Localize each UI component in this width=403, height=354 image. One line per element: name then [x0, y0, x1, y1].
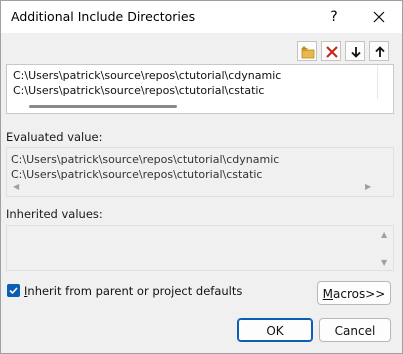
new-line-button[interactable] — [297, 41, 317, 61]
delete-button[interactable] — [321, 41, 341, 61]
close-button[interactable] — [363, 5, 395, 29]
arrow-down-icon — [351, 47, 361, 58]
evaluated-line: C:\Users\patrick\source\repos\ctutorial\… — [11, 168, 263, 181]
evaluated-value-label: Evaluated value: — [6, 130, 103, 144]
path-line[interactable]: C:\Users\patrick\source\repos\ctutorial\… — [13, 69, 281, 82]
inherit-label-text: nherit from parent or project defaults — [27, 284, 243, 298]
cancel-button[interactable]: Cancel — [319, 318, 391, 342]
new-folder-icon — [301, 46, 315, 59]
scroll-down-arrow-icon[interactable]: ▼ — [381, 258, 387, 267]
title-bar: Additional Include Directories ? — [1, 1, 402, 33]
evaluated-value-content: C:\Users\patrick\source\repos\ctutorial\… — [7, 148, 377, 196]
include-directories-dialog: Additional Include Directories ? C:\User… — [0, 0, 403, 354]
evaluated-value-box: C:\Users\patrick\source\repos\ctutorial\… — [6, 147, 394, 197]
inherited-values-box: ▲ ▼ — [6, 225, 394, 271]
arrow-up-icon — [375, 46, 385, 57]
macros-mnemonic: M — [322, 287, 334, 301]
inherit-checkbox[interactable] — [7, 284, 20, 297]
path-line[interactable]: C:\Users\patrick\source\repos\ctutorial\… — [13, 84, 264, 97]
horizontal-scrollbar-thumb[interactable] — [29, 105, 177, 108]
help-button[interactable]: ? — [319, 5, 349, 29]
delete-x-icon — [326, 46, 338, 58]
macros-button[interactable]: Macros>> — [317, 281, 391, 305]
close-icon — [373, 11, 385, 23]
scroll-right-arrow-icon[interactable]: ▶ — [365, 182, 371, 191]
paths-editor[interactable]: C:\Users\patrick\source\repos\ctutorial\… — [6, 64, 394, 114]
window-title: Additional Include Directories — [11, 9, 196, 24]
macros-label: acros>> — [333, 287, 386, 301]
move-up-button[interactable] — [369, 41, 389, 61]
inherit-checkbox-label[interactable]: Inherit from parent or project defaults — [24, 284, 242, 298]
inherited-values-label: Inherited values: — [6, 207, 103, 221]
evaluated-line: C:\Users\patrick\source\repos\ctutorial\… — [11, 153, 280, 166]
scroll-left-arrow-icon[interactable]: ◀ — [13, 182, 19, 191]
ok-button[interactable]: OK — [237, 318, 313, 342]
checkmark-icon — [9, 287, 18, 295]
paths-list: C:\Users\patrick\source\repos\ctutorial\… — [7, 65, 378, 99]
move-down-button[interactable] — [345, 41, 365, 61]
scroll-up-arrow-icon[interactable]: ▲ — [381, 230, 387, 239]
